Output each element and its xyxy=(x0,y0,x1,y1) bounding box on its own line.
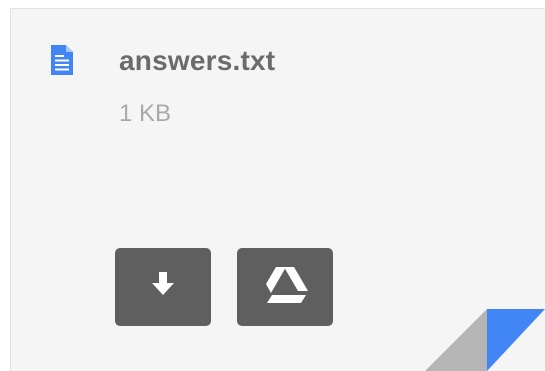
save-to-drive-button[interactable] xyxy=(237,248,333,326)
text-document-icon xyxy=(51,45,73,75)
download-arrow-icon xyxy=(151,271,175,303)
page-curl-corner xyxy=(425,301,545,371)
google-drive-icon xyxy=(261,265,309,310)
download-button[interactable] xyxy=(115,248,211,326)
file-name[interactable]: answers.txt xyxy=(119,45,275,77)
file-attachment-card[interactable]: answers.txt 1 KB xyxy=(10,8,545,371)
file-size: 1 KB xyxy=(119,100,172,127)
